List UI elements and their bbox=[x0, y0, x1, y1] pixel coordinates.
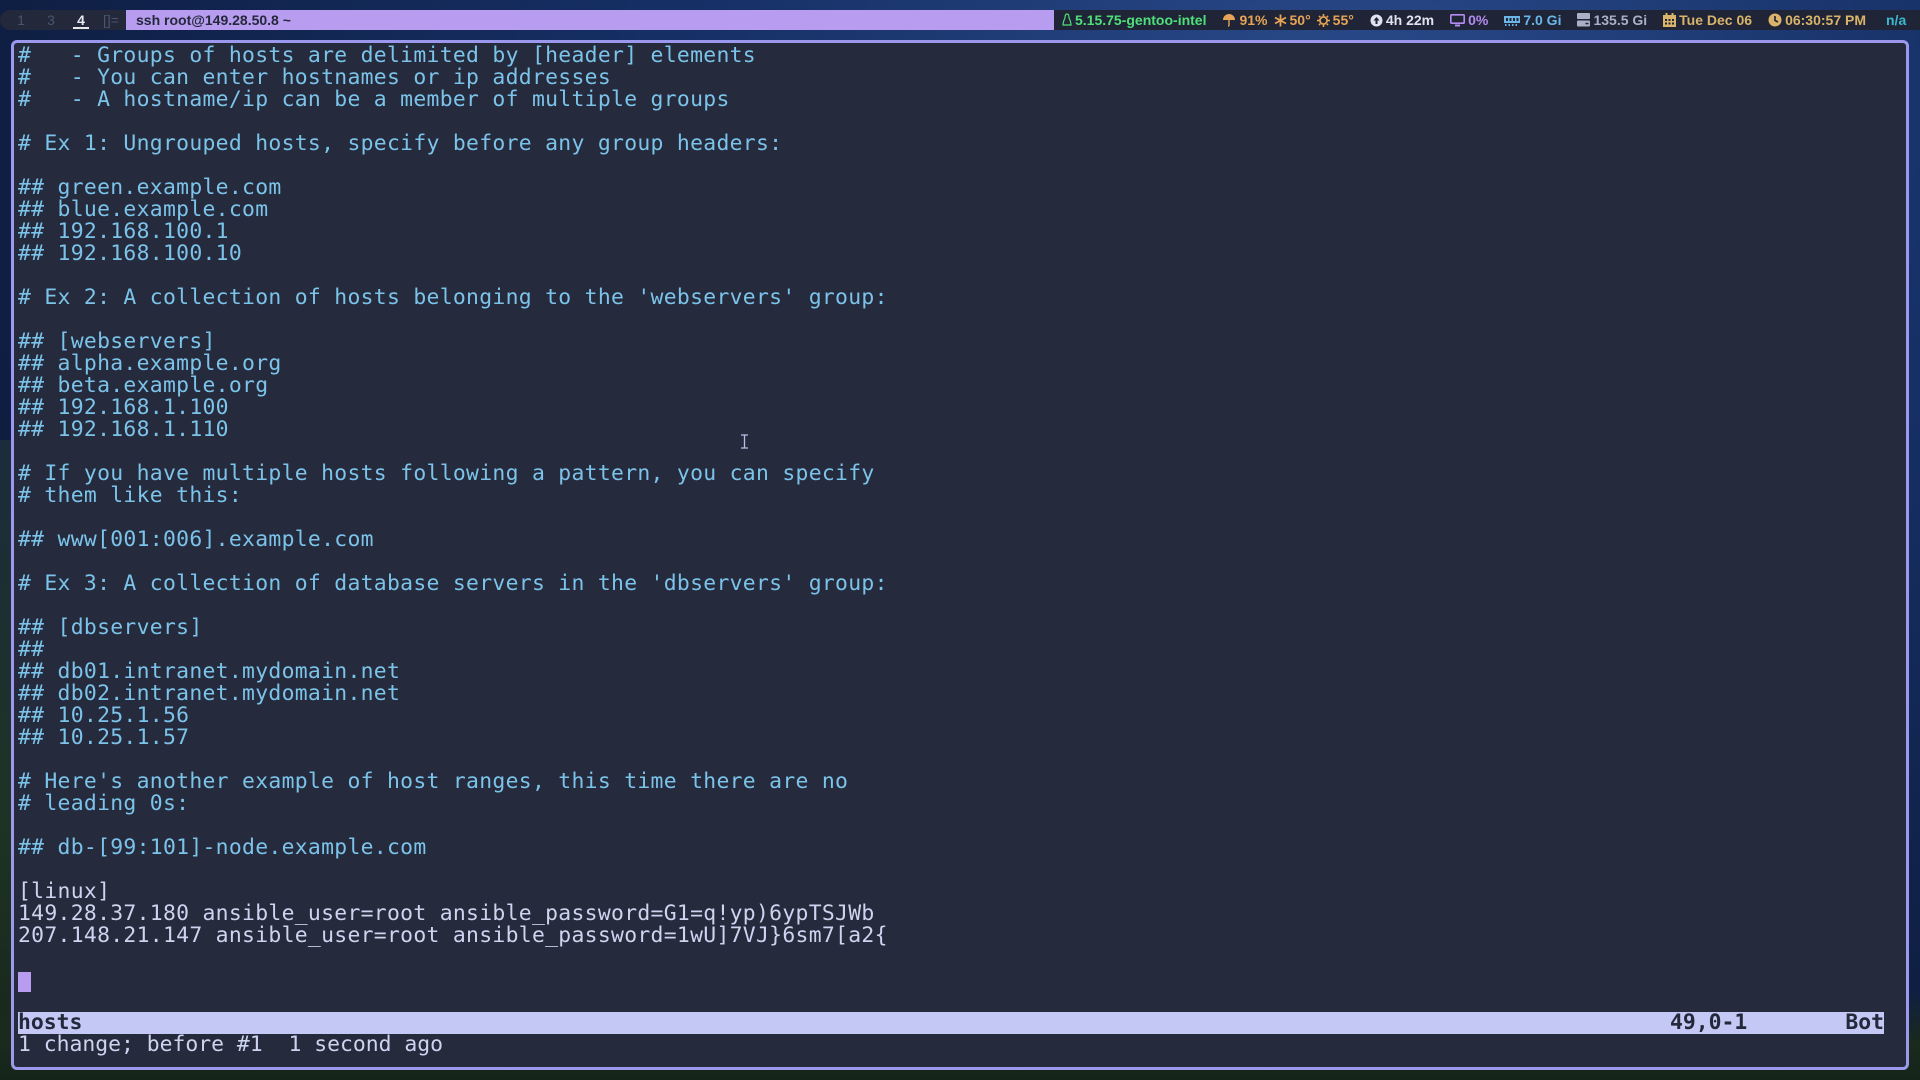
editor-line[interactable]: ## 192.168.100.10 bbox=[18, 243, 1906, 265]
uptime-status: 4h 22m bbox=[1370, 12, 1434, 28]
editor-line[interactable]: ## 192.168.1.110 bbox=[18, 419, 1906, 441]
editor-line[interactable]: ## 10.25.1.57 bbox=[18, 727, 1906, 749]
editor-line[interactable]: ## beta.example.org bbox=[18, 375, 1906, 397]
editor-line[interactable]: ## db02.intranet.mydomain.net bbox=[18, 683, 1906, 705]
editor-line[interactable]: ## bbox=[18, 639, 1906, 661]
editor-line[interactable] bbox=[18, 441, 1906, 463]
snowflake-icon bbox=[1274, 14, 1287, 27]
disk-status: 135.5 Gi bbox=[1577, 12, 1647, 28]
editor-line[interactable] bbox=[18, 947, 1906, 969]
editor-line[interactable]: # Ex 3: A collection of database servers… bbox=[18, 573, 1906, 595]
editor-line[interactable]: # Here's another example of host ranges,… bbox=[18, 771, 1906, 793]
statusline-filename: hosts bbox=[18, 1010, 83, 1035]
editor-line[interactable] bbox=[18, 111, 1906, 133]
low-temp-value: 50° bbox=[1289, 12, 1311, 28]
editor-line[interactable] bbox=[18, 595, 1906, 617]
editor-line[interactable]: ## green.example.com bbox=[18, 177, 1906, 199]
date-status: Tue Dec 06 bbox=[1663, 12, 1752, 28]
editor-line[interactable]: # Ex 1: Ungrouped hosts, specify before … bbox=[18, 133, 1906, 155]
editor-line[interactable]: ## db01.intranet.mydomain.net bbox=[18, 661, 1906, 683]
editor-line[interactable] bbox=[18, 859, 1906, 881]
editor-line[interactable] bbox=[18, 749, 1906, 771]
editor-line[interactable]: # If you have multiple hosts following a… bbox=[18, 463, 1906, 485]
humidity-value: 91% bbox=[1239, 12, 1268, 28]
kernel-version: 5.15.75-gentoo-intel bbox=[1075, 12, 1207, 28]
editor-line[interactable] bbox=[18, 551, 1906, 573]
editor-line[interactable]: # Ex 2: A collection of hosts belonging … bbox=[18, 287, 1906, 309]
editor-line[interactable]: ## 192.168.100.1 bbox=[18, 221, 1906, 243]
disk-value: 135.5 Gi bbox=[1593, 12, 1648, 28]
editor-line[interactable]: ## db-[99:101]-node.example.com bbox=[18, 837, 1906, 859]
editor-line[interactable] bbox=[18, 265, 1906, 287]
extra-value: n/a bbox=[1886, 12, 1907, 28]
time-status: 06:30:57 PM bbox=[1768, 12, 1866, 28]
workspace-3[interactable]: 3 bbox=[36, 10, 66, 30]
editor-line[interactable]: # - You can enter hostnames or ip addres… bbox=[18, 67, 1906, 89]
memory-status: 7.0 Gi bbox=[1504, 12, 1561, 28]
editor-buffer[interactable]: # - Groups of hosts are delimited by [he… bbox=[18, 45, 1906, 992]
editor-line[interactable] bbox=[18, 815, 1906, 837]
linux-penguin-icon bbox=[1062, 13, 1072, 27]
editor-line[interactable]: 207.148.21.147 ansible_user=root ansible… bbox=[18, 925, 1906, 947]
cpu-value: 0% bbox=[1468, 12, 1489, 28]
editor-line[interactable]: 149.28.37.180 ansible_user=root ansible_… bbox=[18, 903, 1906, 925]
text-cursor bbox=[18, 972, 31, 992]
editor-line[interactable]: ## alpha.example.org bbox=[18, 353, 1906, 375]
clock-icon bbox=[1768, 13, 1782, 27]
mouse-ibeam-cursor-icon bbox=[740, 434, 749, 449]
kernel-status: 5.15.75-gentoo-intel bbox=[1062, 12, 1206, 28]
time-value: 06:30:57 PM bbox=[1785, 12, 1866, 28]
high-temp-value: 55° bbox=[1332, 12, 1354, 28]
terminal-window[interactable]: # - Groups of hosts are delimited by [he… bbox=[11, 40, 1909, 1070]
disk-icon bbox=[1577, 13, 1591, 27]
uptime-arrow-icon bbox=[1370, 14, 1383, 27]
weather-status: 91% 50° 55° bbox=[1222, 12, 1354, 28]
cursor-line[interactable] bbox=[18, 969, 1906, 992]
workspace-switcher: 1 3 4 []= bbox=[0, 10, 126, 30]
date-value: Tue Dec 06 bbox=[1679, 12, 1753, 28]
extra-status: n/a bbox=[1886, 12, 1906, 28]
statusline-scroll-position: Bot bbox=[1845, 1010, 1884, 1035]
editor-line[interactable]: ## [webservers] bbox=[18, 331, 1906, 353]
workspace-1[interactable]: 1 bbox=[6, 10, 36, 30]
editor-line[interactable]: # - Groups of hosts are delimited by [he… bbox=[18, 45, 1906, 67]
status-blocks: 5.15.75-gentoo-intel 91% 50° 55° 4h 22m … bbox=[1054, 10, 1920, 30]
monitor-icon bbox=[1450, 13, 1466, 27]
memory-value: 7.0 Gi bbox=[1523, 12, 1562, 28]
vim-message-line: 1 change; before #1 1 second ago bbox=[18, 1032, 443, 1057]
editor-line[interactable]: # leading 0s: bbox=[18, 793, 1906, 815]
editor-line[interactable]: ## blue.example.com bbox=[18, 199, 1906, 221]
statusline-cursor-position: 49,0-1 bbox=[1670, 1010, 1748, 1035]
editor-line[interactable]: ## 192.168.1.100 bbox=[18, 397, 1906, 419]
calendar-icon bbox=[1663, 13, 1677, 27]
cpu-status: 0% bbox=[1450, 12, 1488, 28]
editor-line[interactable] bbox=[18, 155, 1906, 177]
vim-statusline: hosts 49,0-1 Bot bbox=[18, 1012, 1884, 1034]
window-title[interactable]: ssh root@149.28.50.8 ~ bbox=[126, 10, 1054, 30]
editor-line[interactable]: ## 10.25.1.56 bbox=[18, 705, 1906, 727]
editor-line[interactable]: # them like this: bbox=[18, 485, 1906, 507]
uptime-value: 4h 22m bbox=[1385, 12, 1435, 28]
editor-line[interactable] bbox=[18, 507, 1906, 529]
ram-icon bbox=[1504, 15, 1521, 26]
editor-line[interactable]: # - A hostname/ip can be a member of mul… bbox=[18, 89, 1906, 111]
umbrella-icon bbox=[1222, 13, 1236, 27]
layout-indicator[interactable]: []= bbox=[96, 12, 126, 28]
sun-icon bbox=[1316, 13, 1330, 27]
editor-line[interactable]: [linux] bbox=[18, 881, 1906, 903]
editor-line[interactable]: ## www[001:006].example.com bbox=[18, 529, 1906, 551]
editor-line[interactable]: ## [dbservers] bbox=[18, 617, 1906, 639]
workspace-4[interactable]: 4 bbox=[66, 10, 96, 30]
editor-line[interactable] bbox=[18, 309, 1906, 331]
top-bar: 1 3 4 []= ssh root@149.28.50.8 ~ 5.15.75… bbox=[0, 10, 1920, 30]
